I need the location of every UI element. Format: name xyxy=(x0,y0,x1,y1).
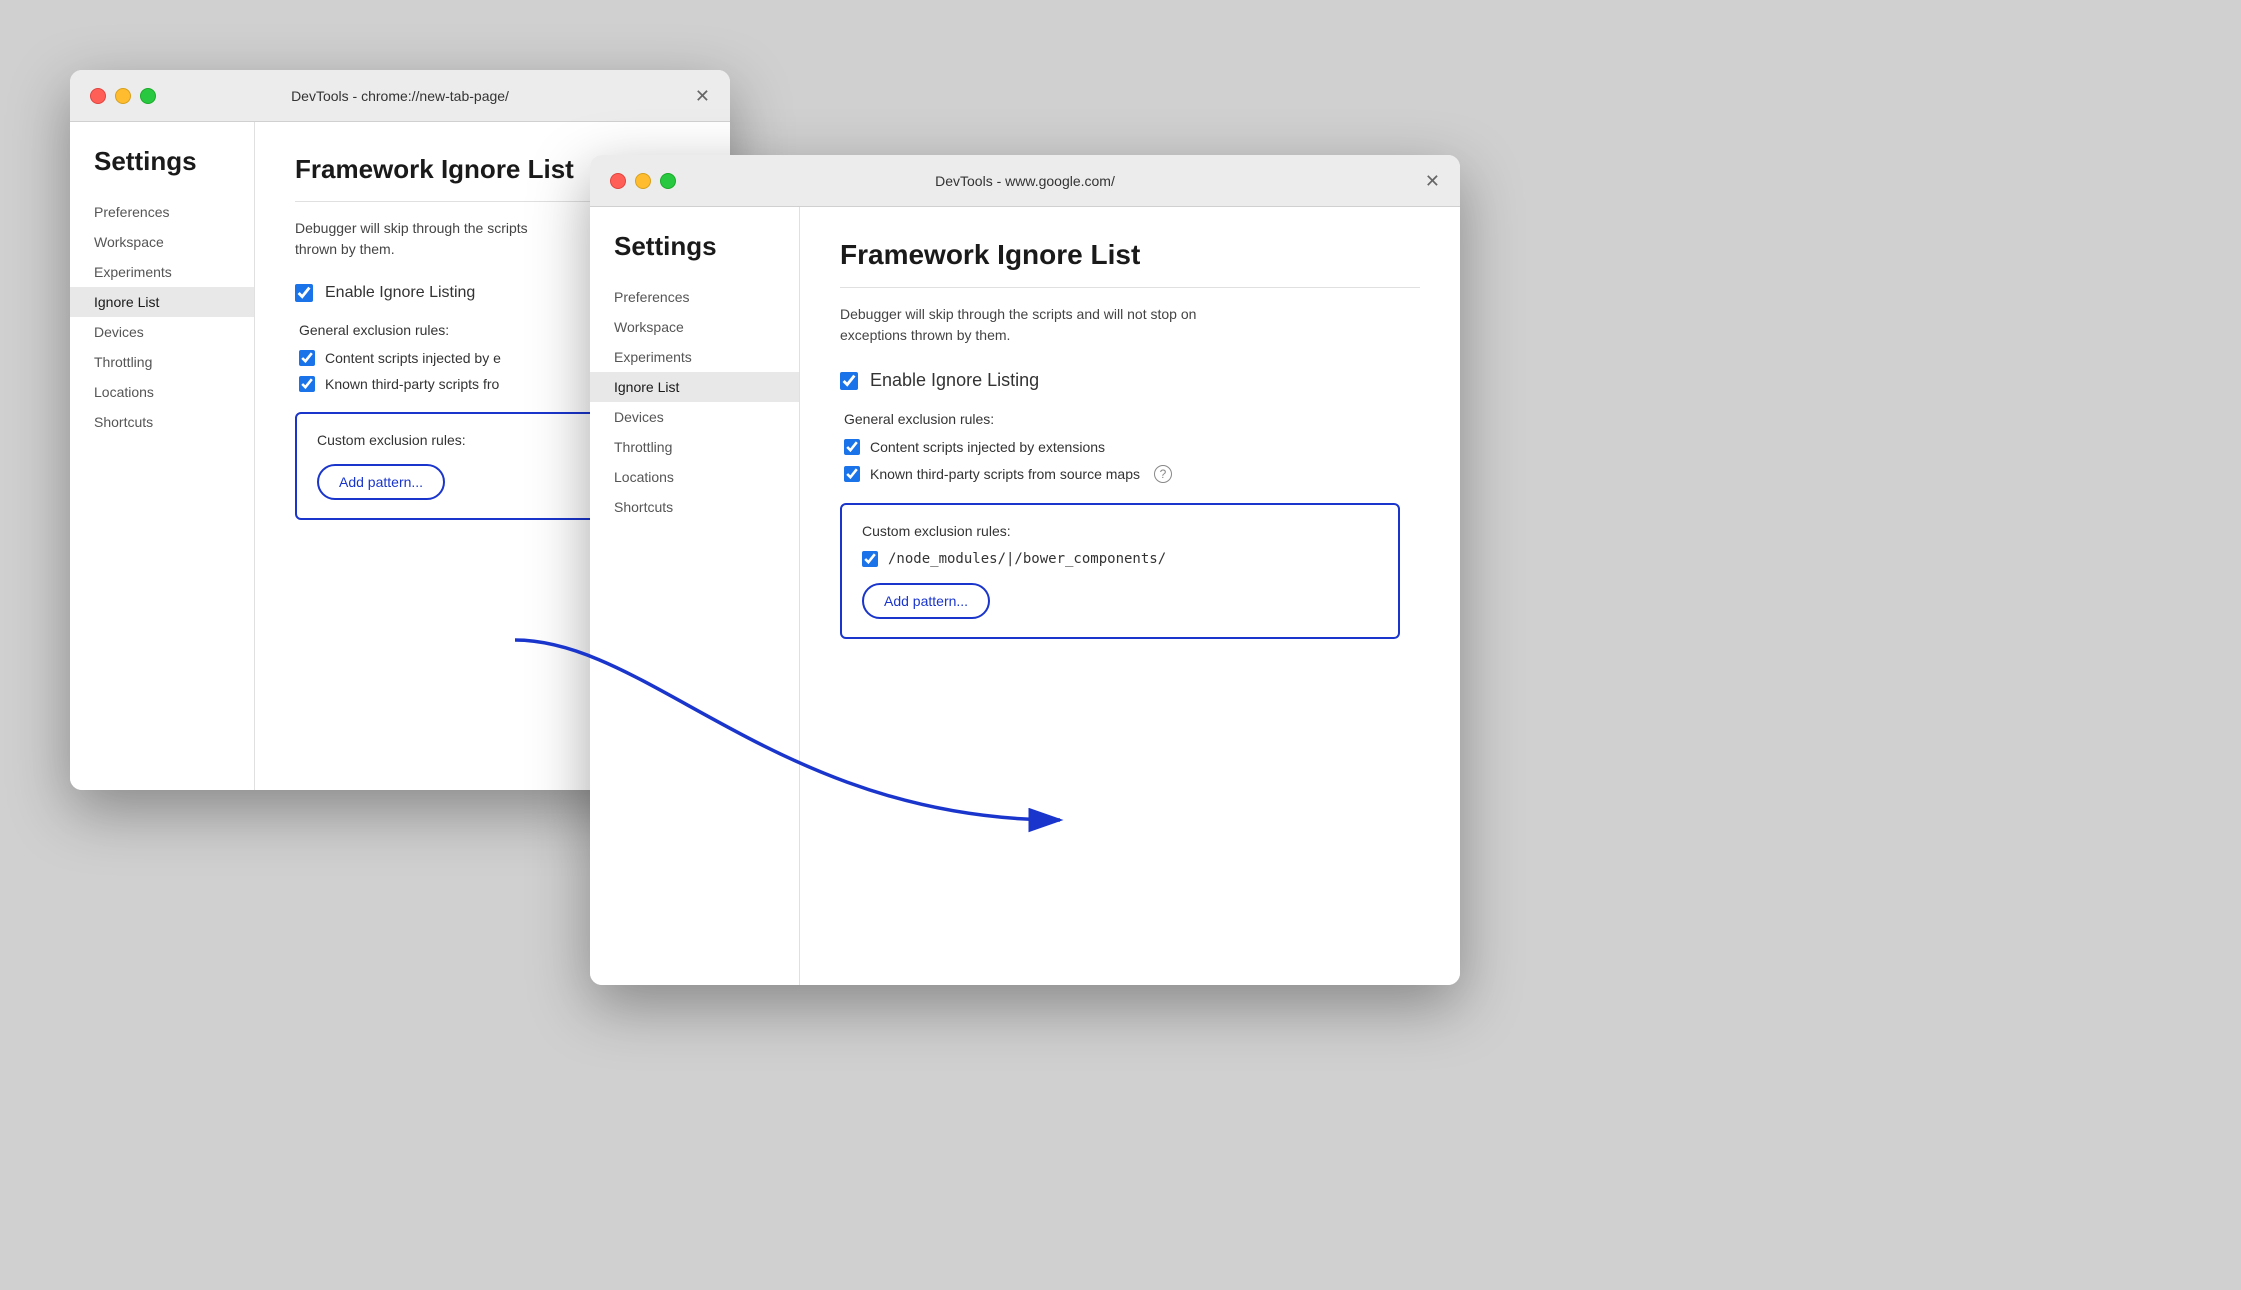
window-close-btn-1[interactable]: ✕ xyxy=(695,87,710,105)
add-pattern-btn-1[interactable]: Add pattern... xyxy=(317,464,445,500)
titlebar-1: DevTools - chrome://new-tab-page/ ✕ xyxy=(70,70,730,122)
rule1-row-2: Content scripts injected by extensions xyxy=(840,439,1420,455)
rule1-checkbox-2[interactable] xyxy=(844,439,860,455)
divider-2 xyxy=(840,287,1420,288)
rule1-checkbox-1[interactable] xyxy=(299,350,315,366)
sidebar-item-shortcuts-1[interactable]: Shortcuts xyxy=(70,407,254,437)
traffic-lights-1 xyxy=(90,88,156,104)
window-title-1: DevTools - chrome://new-tab-page/ xyxy=(90,88,710,104)
window-title-2: DevTools - www.google.com/ xyxy=(610,173,1440,189)
custom-rule-text-2: /node_modules/|/bower_components/ xyxy=(888,551,1166,567)
sidebar-item-ignorelist-1[interactable]: Ignore List xyxy=(70,287,254,317)
traffic-lights-2 xyxy=(610,173,676,189)
sidebar-item-experiments-1[interactable]: Experiments xyxy=(70,257,254,287)
content-title-2: Framework Ignore List xyxy=(840,239,1420,271)
sidebar-item-workspace-2[interactable]: Workspace xyxy=(590,312,799,342)
enable-ignore-row-2: Enable Ignore Listing xyxy=(840,370,1420,391)
sidebar-heading-2: Settings xyxy=(590,231,799,282)
minimize-traffic-light-2[interactable] xyxy=(635,173,651,189)
devtools-body-2: Settings Preferences Workspace Experimen… xyxy=(590,207,1460,985)
sidebar-item-locations-2[interactable]: Locations xyxy=(590,462,799,492)
sidebar-item-ignorelist-2[interactable]: Ignore List xyxy=(590,372,799,402)
sidebar-item-devices-1[interactable]: Devices xyxy=(70,317,254,347)
description-2: Debugger will skip through the scripts a… xyxy=(840,304,1420,346)
enable-ignore-label-1: Enable Ignore Listing xyxy=(325,284,475,302)
window-close-btn-2[interactable]: ✕ xyxy=(1425,172,1440,190)
custom-rule-checkbox-2[interactable] xyxy=(862,551,878,567)
custom-rule-row-2: /node_modules/|/bower_components/ xyxy=(862,551,1378,567)
rule1-label-1: Content scripts injected by e xyxy=(325,350,501,366)
close-traffic-light-1[interactable] xyxy=(90,88,106,104)
rule1-label-2: Content scripts injected by extensions xyxy=(870,439,1105,455)
custom-box-title-2: Custom exclusion rules: xyxy=(862,523,1378,539)
rule2-checkbox-1[interactable] xyxy=(299,376,315,392)
titlebar-2: DevTools - www.google.com/ ✕ xyxy=(590,155,1460,207)
sidebar-item-preferences-2[interactable]: Preferences xyxy=(590,282,799,312)
sidebar-item-preferences-1[interactable]: Preferences xyxy=(70,197,254,227)
sidebar-1: Settings Preferences Workspace Experimen… xyxy=(70,122,255,790)
sidebar-item-devices-2[interactable]: Devices xyxy=(590,402,799,432)
enable-ignore-checkbox-1[interactable] xyxy=(295,284,313,302)
rule2-label-2: Known third-party scripts from source ma… xyxy=(870,466,1140,482)
sidebar-item-shortcuts-2[interactable]: Shortcuts xyxy=(590,492,799,522)
maximize-traffic-light-2[interactable] xyxy=(660,173,676,189)
sidebar-item-locations-1[interactable]: Locations xyxy=(70,377,254,407)
description-1: Debugger will skip through the scriptsth… xyxy=(295,218,625,260)
enable-ignore-checkbox-2[interactable] xyxy=(840,372,858,390)
rule2-label-1: Known third-party scripts fro xyxy=(325,376,499,392)
rule2-row-2: Known third-party scripts from source ma… xyxy=(840,465,1420,483)
sidebar-heading-1: Settings xyxy=(70,146,254,197)
help-icon-2[interactable]: ? xyxy=(1154,465,1172,483)
sidebar-item-throttling-1[interactable]: Throttling xyxy=(70,347,254,377)
sidebar-item-workspace-1[interactable]: Workspace xyxy=(70,227,254,257)
minimize-traffic-light-1[interactable] xyxy=(115,88,131,104)
close-traffic-light-2[interactable] xyxy=(610,173,626,189)
sidebar-item-experiments-2[interactable]: Experiments xyxy=(590,342,799,372)
section-label-2: General exclusion rules: xyxy=(840,411,1420,427)
add-pattern-btn-2[interactable]: Add pattern... xyxy=(862,583,990,619)
main-content-2: Framework Ignore List Debugger will skip… xyxy=(800,207,1460,985)
custom-exclusion-box-2: Custom exclusion rules: /node_modules/|/… xyxy=(840,503,1400,639)
maximize-traffic-light-1[interactable] xyxy=(140,88,156,104)
enable-ignore-label-2: Enable Ignore Listing xyxy=(870,370,1039,391)
rule2-checkbox-2[interactable] xyxy=(844,466,860,482)
window-2: DevTools - www.google.com/ ✕ Settings Pr… xyxy=(590,155,1460,985)
sidebar-2: Settings Preferences Workspace Experimen… xyxy=(590,207,800,985)
sidebar-item-throttling-2[interactable]: Throttling xyxy=(590,432,799,462)
